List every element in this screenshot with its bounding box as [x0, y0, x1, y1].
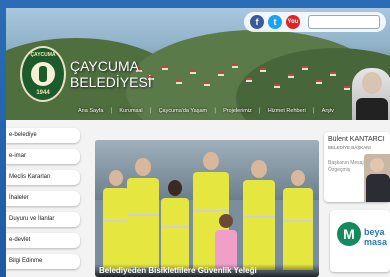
main-navigation: Ana Sayfa | Kurumsal | Çaycuma'da Yaşam …: [76, 102, 336, 120]
beyaz-masa-text-line1: beya: [364, 227, 385, 237]
beyaz-masa-logo-icon: M: [337, 222, 361, 246]
mayor-name: Bülent KANTARCI: [328, 136, 385, 143]
logo-emblem: [31, 62, 55, 86]
news-slider[interactable]: Belediyeden Bisikletlilere Güvenlik Yele…: [95, 140, 319, 277]
mayor-cv-link[interactable]: Özgeçmiş: [328, 167, 350, 173]
nav-item-projects[interactable]: Projelerimiz: [221, 108, 254, 114]
sidebar-item-e-devlet[interactable]: e-devlet: [6, 233, 80, 248]
beyaz-masa-banner[interactable]: M beya masa: [330, 210, 390, 272]
photo-person: [281, 170, 315, 270]
nav-item-archive[interactable]: Arşiv: [320, 108, 336, 114]
website-page: f t You ÇAYCUMA 1944 ÇAYCUMA BELEDİYESİ …: [6, 8, 390, 277]
photo-person: [213, 214, 239, 270]
sidebar-item-tenders[interactable]: İhaleler: [6, 191, 80, 206]
nav-item-corporate[interactable]: Kurumsal: [117, 108, 144, 114]
photo-person: [241, 160, 277, 270]
town-houses: [126, 62, 386, 102]
nav-item-service-guide[interactable]: Hizmet Rehberi: [266, 108, 308, 114]
logo-ring-text: ÇAYCUMA: [30, 52, 56, 58]
municipality-logo[interactable]: ÇAYCUMA 1944: [20, 46, 66, 102]
nav-separator: |: [214, 108, 216, 114]
search-input[interactable]: [308, 15, 380, 29]
header-banner: f t You ÇAYCUMA 1944 ÇAYCUMA BELEDİYESİ …: [6, 8, 390, 120]
photo-person: [125, 158, 161, 268]
sidebar-item-council-decisions[interactable]: Meclis Kararları: [6, 170, 80, 185]
nav-separator: |: [149, 108, 152, 114]
slider-caption[interactable]: Belediyeden Bisikletlilere Güvenlik Yele…: [99, 266, 257, 275]
mayor-card[interactable]: Bülent KANTARCI BELEDİYE BAŞKANI Başkanı…: [324, 132, 390, 202]
site-title[interactable]: ÇAYCUMA BELEDİYESİ: [70, 58, 152, 90]
nav-separator: |: [259, 108, 261, 114]
beyaz-masa-text: beya masa: [364, 227, 387, 247]
sidebar-item-announcements[interactable]: Duyuru ve İlanlar: [6, 212, 80, 227]
site-title-line1: ÇAYCUMA: [70, 58, 139, 74]
photo-person: [159, 180, 191, 270]
logo-year: 1944: [36, 90, 50, 96]
site-title-line2: BELEDİYESİ: [70, 74, 152, 90]
ataturk-portrait: [352, 68, 390, 120]
top-utility-bar: f t You: [244, 12, 386, 32]
nav-item-home[interactable]: Ana Sayfa: [76, 108, 105, 114]
beyaz-masa-text-line2: masa: [364, 237, 388, 247]
sidebar-item-e-imar[interactable]: e-imar: [6, 149, 80, 164]
nav-separator: |: [312, 108, 315, 114]
mayor-message-link[interactable]: Başkanın Mesajı: [328, 160, 365, 166]
nav-item-living[interactable]: Çaycuma'da Yaşam: [157, 108, 210, 114]
twitter-icon[interactable]: t: [268, 15, 282, 29]
sidebar-menu: e-belediye e-imar Meclis Kararları İhale…: [6, 128, 80, 275]
sidebar-item-information-request[interactable]: Bilgi Edinme: [6, 254, 80, 269]
nav-separator: |: [110, 108, 113, 114]
youtube-icon[interactable]: You: [286, 15, 300, 29]
mayor-role: BELEDİYE BAŞKANI: [328, 145, 371, 150]
sidebar-item-e-belediye[interactable]: e-belediye: [6, 128, 80, 143]
facebook-icon[interactable]: f: [250, 15, 264, 29]
mayor-photo: [364, 154, 390, 202]
